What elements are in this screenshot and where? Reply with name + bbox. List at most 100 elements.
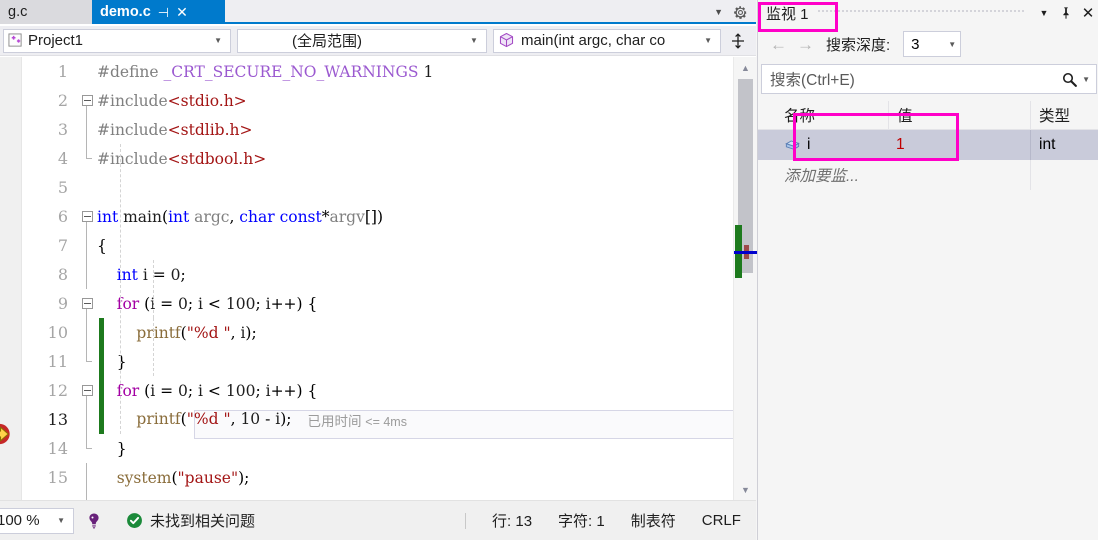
drag-handle[interactable] bbox=[816, 0, 1025, 26]
code-text-viewport[interactable]: 1 #define _CRT_SECURE_NO_WARNINGS 1 2 #incl… bbox=[23, 57, 733, 500]
outline-margin[interactable] bbox=[77, 144, 97, 173]
outline-margin[interactable] bbox=[77, 434, 97, 463]
navigation-bar: Project1 ▼ (全局范围) ▼ main(int argc, char … bbox=[0, 26, 756, 56]
outline-margin[interactable] bbox=[77, 57, 97, 86]
code-line[interactable]: 13 printf("%d ", 10 - i); 已用时间 <= 4ms bbox=[23, 405, 733, 439]
code-line[interactable]: 9 for (i = 0; i < 100; i++) { bbox=[23, 289, 733, 318]
scroll-up-icon[interactable]: ▲ bbox=[734, 59, 757, 76]
collapse-toggle-icon[interactable] bbox=[81, 385, 93, 396]
outline-line bbox=[86, 396, 87, 405]
outline-margin[interactable] bbox=[77, 405, 97, 434]
editor-vertical-scrollbar[interactable]: ▲ ▼ bbox=[733, 57, 757, 500]
code-line[interactable]: 12 for (i = 0; i < 100; i++) { bbox=[23, 376, 733, 405]
arrow-right-icon[interactable]: → bbox=[797, 36, 814, 53]
gear-icon[interactable] bbox=[733, 5, 748, 20]
line-number: 5 bbox=[57, 178, 68, 197]
line-number: 3 bbox=[57, 120, 68, 139]
line-number: 11 bbox=[47, 352, 68, 371]
watch-title-bar[interactable]: 监视 1 ▼ ✕ bbox=[758, 0, 1098, 26]
outline-margin[interactable] bbox=[77, 231, 97, 260]
line-number: 12 bbox=[47, 381, 68, 400]
arrow-left-icon[interactable]: ← bbox=[770, 36, 787, 53]
zoom-level-selector[interactable]: 100 % ▼ bbox=[0, 507, 74, 534]
collapse-toggle-icon[interactable] bbox=[81, 211, 93, 222]
column-header-value[interactable]: 值 bbox=[888, 101, 1030, 129]
scope-selector[interactable]: (全局范围) ▼ bbox=[237, 28, 487, 53]
chevron-down-icon[interactable]: ▼ bbox=[696, 36, 717, 45]
collapse-toggle-icon[interactable] bbox=[81, 298, 93, 309]
add-watch-value-cell[interactable] bbox=[888, 160, 1030, 190]
code-line-text: #define _CRT_SECURE_NO_WARNINGS 1 bbox=[97, 62, 434, 81]
member-selector[interactable]: main(int argc, char co ▼ bbox=[493, 28, 721, 53]
line-number: 14 bbox=[47, 439, 68, 458]
outline-margin[interactable] bbox=[77, 202, 97, 231]
split-window-icon[interactable] bbox=[727, 29, 749, 53]
chevron-down-icon[interactable]: ▼ bbox=[462, 36, 483, 45]
watch-variable-name: i bbox=[807, 136, 811, 153]
chevron-down-icon[interactable]: ▼ bbox=[1033, 0, 1055, 26]
code-line[interactable]: 10 printf("%d ", i); bbox=[23, 318, 733, 347]
code-line[interactable]: 3 #include<stdlib.h> bbox=[23, 115, 733, 144]
chevron-down-icon[interactable]: ▼ bbox=[57, 516, 69, 525]
code-line[interactable]: 7{ bbox=[23, 231, 733, 260]
outline-margin[interactable] bbox=[77, 289, 97, 318]
code-line[interactable]: 15 system("pause"); bbox=[23, 463, 733, 492]
column-header-name[interactable]: 名称 bbox=[776, 101, 888, 129]
member-name: main(int argc, char co bbox=[521, 32, 666, 49]
code-line[interactable]: 1 #define _CRT_SECURE_NO_WARNINGS 1 bbox=[23, 57, 733, 86]
project-selector[interactable]: Project1 ▼ bbox=[3, 28, 231, 53]
scroll-down-icon[interactable]: ▼ bbox=[734, 481, 757, 498]
pin-icon[interactable] bbox=[1055, 0, 1077, 26]
code-line[interactable]: 2 #include<stdio.h> bbox=[23, 86, 733, 115]
code-line[interactable]: 8 int i = 0; bbox=[23, 260, 733, 289]
code-line-text: for (i = 0; i < 100; i++) { bbox=[116, 294, 318, 313]
outline-margin[interactable] bbox=[77, 463, 97, 492]
close-icon[interactable]: ✕ bbox=[1077, 0, 1098, 26]
outline-margin[interactable] bbox=[77, 115, 97, 144]
code-editor[interactable]: 1 #define _CRT_SECURE_NO_WARNINGS 1 2 #incl… bbox=[0, 57, 757, 500]
tab-g-c[interactable]: g.c bbox=[0, 0, 92, 24]
search-depth-selector[interactable]: 3 ▼ bbox=[903, 31, 962, 57]
outline-margin[interactable] bbox=[77, 492, 97, 500]
line-number: 4 bbox=[57, 149, 68, 168]
code-line[interactable]: 5 bbox=[23, 173, 733, 202]
outline-margin[interactable] bbox=[77, 376, 97, 405]
column-header-type[interactable]: 类型 bbox=[1030, 101, 1098, 129]
add-watch-placeholder[interactable]: 添加要监... bbox=[776, 160, 888, 190]
outline-line bbox=[86, 309, 87, 318]
table-row[interactable]: i 1 int bbox=[758, 130, 1098, 160]
visual-studio-window: g.c demo.c ⊣ ✕ ▼ Project1 ▼ (全局范围) ▼ mai… bbox=[0, 0, 1098, 540]
code-line[interactable]: 14 } bbox=[23, 434, 733, 463]
watch-search-box[interactable]: 搜索(Ctrl+E) ▼ bbox=[761, 64, 1097, 94]
outline-margin[interactable] bbox=[77, 347, 97, 376]
collapse-toggle-icon[interactable] bbox=[81, 95, 93, 106]
code-line[interactable]: 4 #include<stdbool.h> bbox=[23, 144, 733, 173]
line-number: 6 bbox=[57, 207, 68, 226]
chevron-down-icon[interactable]: ▼ bbox=[714, 7, 723, 17]
outline-line-end bbox=[86, 158, 92, 159]
outline-line bbox=[86, 222, 87, 231]
close-icon[interactable]: ✕ bbox=[176, 5, 188, 19]
chevron-down-icon[interactable]: ▼ bbox=[948, 40, 956, 49]
outline-margin[interactable] bbox=[77, 260, 97, 289]
intellicode-icon[interactable] bbox=[84, 511, 104, 531]
tab-demo-c[interactable]: demo.c ⊣ ✕ bbox=[92, 0, 225, 24]
add-watch-row[interactable]: 添加要监... bbox=[758, 160, 1098, 190]
magnifier-icon[interactable] bbox=[1061, 71, 1078, 88]
pin-icon[interactable]: ⊣ bbox=[158, 6, 169, 19]
document-tab-strip: g.c demo.c ⊣ ✕ ▼ bbox=[0, 0, 756, 24]
watch-row-name-cell[interactable]: i bbox=[776, 130, 888, 160]
chevron-down-icon[interactable]: ▼ bbox=[206, 36, 227, 45]
watch-variable-value[interactable]: 1 bbox=[888, 130, 1030, 160]
line-number: 1 bbox=[57, 62, 68, 81]
code-line[interactable]: 16 return 0; bbox=[23, 492, 733, 500]
elapsed-time-annotation: 已用时间 <= 4ms bbox=[308, 414, 407, 429]
watch-table[interactable]: 名称 值 类型 i 1 int 添加要监... bbox=[758, 101, 1098, 190]
search-depth-value: 3 bbox=[911, 35, 920, 53]
outline-margin[interactable] bbox=[77, 86, 97, 115]
outline-margin[interactable] bbox=[77, 173, 97, 202]
code-line[interactable]: 11 } bbox=[23, 347, 733, 376]
chevron-down-icon[interactable]: ▼ bbox=[1082, 75, 1090, 84]
code-line[interactable]: 6 int main(int argc, char const*argv[]) bbox=[23, 202, 733, 231]
outline-margin[interactable] bbox=[77, 318, 97, 347]
